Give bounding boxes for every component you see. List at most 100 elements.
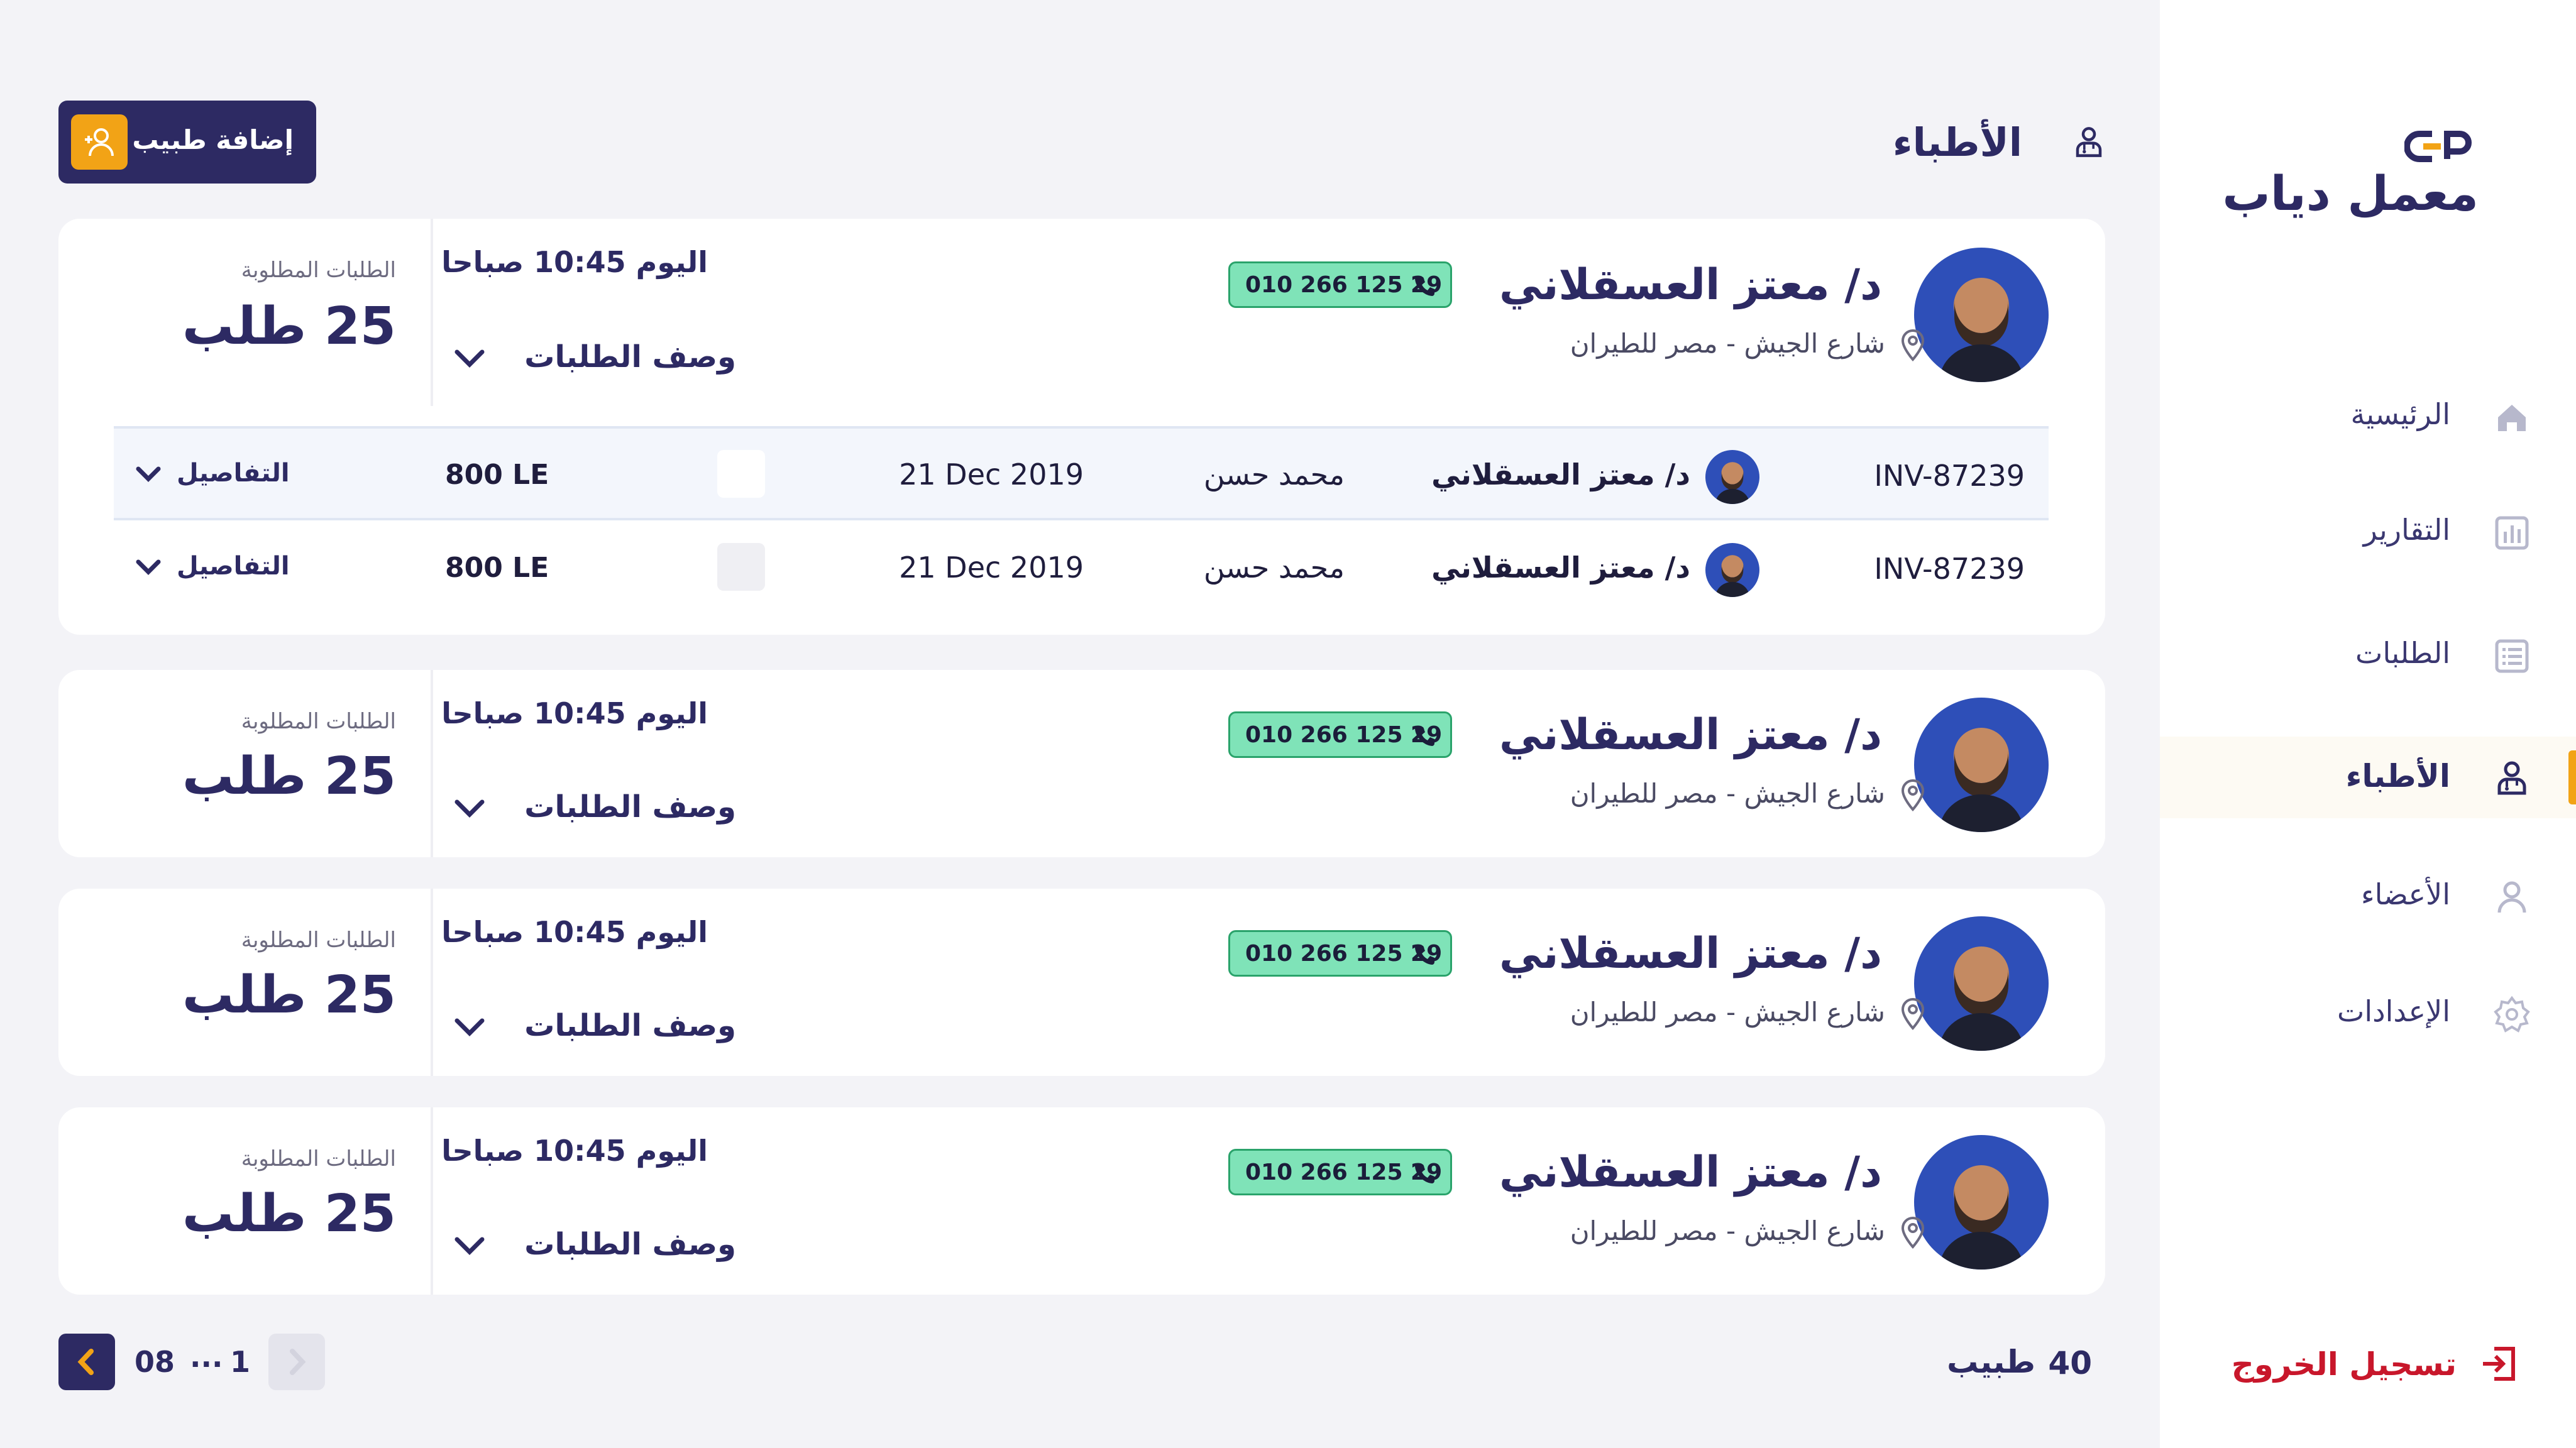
invoice-id: INV-87239 [1874, 552, 2025, 586]
logout-button[interactable]: تسجيل الخروج [2232, 1339, 2519, 1389]
page-title: الأطباء [1892, 119, 2022, 165]
chevron-down-icon[interactable] [453, 1233, 486, 1258]
divider [431, 889, 433, 1076]
phone-icon [1415, 945, 1434, 965]
requests-label: الطلبات المطلوبة [241, 928, 396, 953]
sidebar-item-settings[interactable]: الإعدادات [2160, 973, 2576, 1055]
chevron-down-icon[interactable] [453, 796, 486, 821]
sidebar-item-doctors[interactable]: الأطباء [2160, 737, 2576, 818]
doctors-total-count: 40 [2048, 1345, 2092, 1381]
prev-page-button[interactable] [268, 1334, 325, 1390]
phone-number: 010 266 125 29 [1245, 941, 1443, 967]
doctor-avatar [1914, 698, 2049, 832]
phone-icon [1415, 727, 1434, 746]
request-time: اليوم 10:45 صباحا [441, 696, 708, 730]
page-current[interactable]: 1 [230, 1345, 250, 1379]
phone-badge[interactable]: 010 266 125 29 [1228, 261, 1452, 308]
phone-badge[interactable]: 010 266 125 29 [1228, 711, 1452, 758]
sidebar-item-requests[interactable]: الطلبات [2160, 615, 2576, 696]
phone-badge[interactable]: 010 266 125 29 [1228, 930, 1452, 977]
doctor-name: د/ معتز العسقلاني [1499, 710, 1882, 760]
page-last[interactable]: 08 [135, 1345, 175, 1379]
status-checkbox[interactable] [717, 450, 765, 498]
requests-label: الطلبات المطلوبة [241, 1146, 396, 1171]
doctor-card: د/ معتز العسقلاني شارع الجيش - مصر للطير… [58, 889, 2105, 1076]
sidebar-item-label: التقارير [2363, 513, 2450, 547]
active-indicator [2568, 750, 2576, 804]
requests-count: 25 طلب [182, 297, 396, 356]
chevron-down-icon[interactable] [135, 465, 162, 484]
chart-icon [2495, 516, 2529, 550]
chevron-down-icon[interactable] [453, 346, 486, 371]
requests-count: 25 طلب [182, 747, 396, 806]
next-page-button[interactable] [58, 1334, 115, 1390]
requests-description-toggle[interactable]: وصف الطلبات [524, 339, 736, 375]
location-pin-icon [1901, 329, 1925, 362]
invoice-id: INV-87239 [1874, 459, 2025, 493]
chevron-down-icon[interactable] [453, 1014, 486, 1039]
requests-description-toggle[interactable]: وصف الطلبات [524, 789, 736, 825]
details-link[interactable]: التفاصيل [177, 459, 290, 488]
logo-mark-icon [2404, 131, 2472, 162]
doctor-avatar [1914, 916, 2049, 1051]
chevron-left-icon [77, 1349, 94, 1375]
doctor-name: د/ معتز العسقلاني [1499, 260, 1882, 310]
sidebar-item-members[interactable]: الأعضاء [2160, 856, 2576, 938]
doctor-avatar-small [1705, 543, 1759, 597]
location-pin-icon [1901, 779, 1925, 812]
doctor-avatar-small [1705, 450, 1759, 504]
divider [431, 1107, 433, 1295]
doctor-icon [2497, 761, 2526, 795]
invoice-patient: محمد حسن [1203, 458, 1345, 491]
sidebar-item-label: الرئيسية [2350, 397, 2450, 431]
chevron-down-icon[interactable] [135, 558, 162, 577]
add-doctor-label: إضافة طبيب [132, 124, 294, 155]
doctor-card: د/ معتز العسقلاني شارع الجيش - مصر للطير… [58, 1107, 2105, 1295]
status-checkbox[interactable] [717, 543, 765, 591]
settings-gear-icon [2494, 996, 2530, 1033]
logout-icon [2483, 1347, 2515, 1381]
phone-icon [1415, 277, 1434, 296]
doctor-card: د/ معتز العسقلاني شارع الجيش - مصر للطير… [58, 670, 2105, 857]
phone-number: 010 266 125 29 [1245, 1160, 1443, 1185]
request-time: اليوم 10:45 صباحا [441, 1134, 708, 1168]
doctor-address: شارع الجيش - مصر للطيران [1570, 778, 1885, 809]
list-icon [2495, 639, 2529, 673]
add-doctor-button[interactable]: إضافة طبيب [58, 101, 316, 184]
sidebar-item-reports[interactable]: التقارير [2160, 491, 2576, 573]
request-time: اليوم 10:45 صباحا [441, 245, 708, 279]
sidebar-item-label: الأطباء [2345, 758, 2450, 794]
sidebar-item-label: الطلبات [2355, 636, 2450, 670]
invoice-amount: 800 LE [445, 552, 549, 584]
invoice-date: 21 Dec 2019 [899, 551, 1084, 584]
page-ellipsis: ... [190, 1340, 223, 1374]
requests-label: الطلبات المطلوبة [241, 709, 396, 734]
sidebar-item-home[interactable]: الرئيسية [2160, 376, 2576, 458]
details-link[interactable]: التفاصيل [177, 552, 290, 581]
phone-icon [1415, 1164, 1434, 1183]
logout-label: تسجيل الخروج [2231, 1346, 2457, 1383]
phone-badge[interactable]: 010 266 125 29 [1228, 1149, 1452, 1195]
table-row[interactable]: INV-87239 د/ معتز العسقلاني محمد حسن 21 … [114, 522, 2049, 616]
invoice-date: 21 Dec 2019 [899, 458, 1084, 491]
requests-description-toggle[interactable]: وصف الطلبات [524, 1008, 736, 1043]
requests-label: الطلبات المطلوبة [241, 258, 396, 283]
doctor-avatar [1914, 1135, 2049, 1270]
request-time: اليوم 10:45 صباحا [441, 915, 708, 949]
requests-description-toggle[interactable]: وصف الطلبات [524, 1227, 736, 1262]
add-user-icon [71, 114, 128, 170]
divider [431, 670, 433, 857]
chevron-right-icon [290, 1349, 306, 1375]
sidebar-item-label: الأعضاء [2361, 877, 2450, 911]
doctor-name: د/ معتز العسقلاني [1499, 929, 1882, 979]
invoice-doctor: د/ معتز العسقلاني [1431, 458, 1690, 491]
table-row[interactable]: INV-87239 د/ معتز العسقلاني محمد حسن 21 … [114, 426, 2049, 520]
doctor-address: شارع الجيش - مصر للطيران [1570, 328, 1885, 359]
location-pin-icon [1901, 998, 1925, 1031]
doctor-name: د/ معتز العسقلاني [1499, 1148, 1882, 1197]
doctor-icon [2076, 127, 2102, 157]
doctor-address: شارع الجيش - مصر للطيران [1570, 997, 1885, 1028]
logo-text: معمل دياب [2222, 165, 2479, 221]
app-logo[interactable]: معمل دياب [2222, 129, 2479, 221]
invoice-doctor: د/ معتز العسقلاني [1431, 551, 1690, 584]
